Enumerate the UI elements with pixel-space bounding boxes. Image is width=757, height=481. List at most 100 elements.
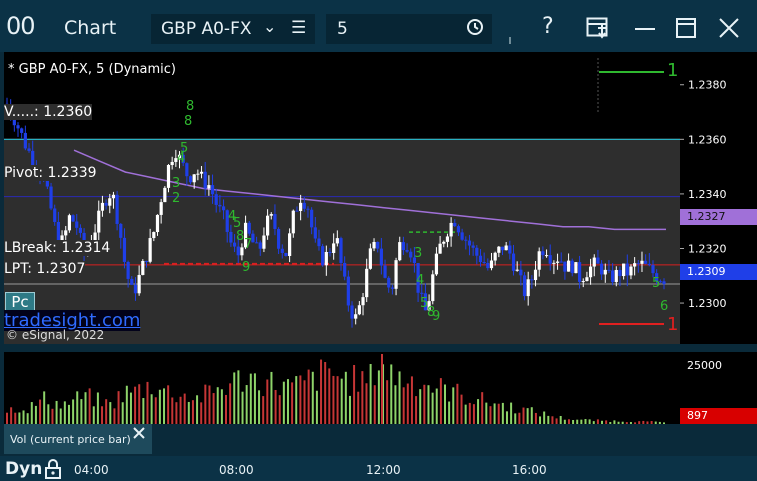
candle-body <box>644 260 648 264</box>
volume-bar <box>369 364 372 424</box>
volume-bar <box>315 390 318 424</box>
candle-body <box>64 230 68 236</box>
volume-bar <box>435 388 438 424</box>
volume-bar <box>460 394 463 424</box>
inbox-icon[interactable] <box>586 17 610 39</box>
lock-icon[interactable] <box>43 458 63 480</box>
candle-body <box>16 125 20 129</box>
minimize-icon[interactable] <box>634 19 656 39</box>
symbol-field[interactable]: GBP A0-FX <box>161 19 252 39</box>
time-axis-bar: Dyn 04:00 08:00 12:00 16:00 <box>0 456 757 481</box>
candle-body <box>600 263 604 275</box>
interval-selector[interactable]: 5 <box>326 14 492 44</box>
volume-bar <box>220 389 223 424</box>
volume-bar <box>101 406 104 424</box>
candle-body <box>544 255 549 257</box>
candle-body <box>611 270 615 283</box>
volume-bar <box>6 412 8 424</box>
volume-bar <box>88 388 91 424</box>
ma-price-badge-text: 1.2327 <box>687 210 726 223</box>
candle-body <box>75 221 79 228</box>
volume-bar <box>634 422 637 424</box>
candle-body <box>533 269 538 281</box>
volume-bar <box>650 421 653 424</box>
candle-body <box>636 263 640 265</box>
candle-body <box>398 242 402 261</box>
candle-body <box>585 277 589 282</box>
app-icon[interactable]: 00 <box>6 12 36 40</box>
symbol-selector[interactable]: GBP A0-FX ⌄ ☰ <box>151 14 315 44</box>
sequence-count-label: 9 <box>432 309 440 324</box>
volume-badge: 897 <box>680 408 757 424</box>
volume-bar <box>179 396 182 424</box>
volume-bar <box>291 382 294 424</box>
volume-bar <box>204 384 207 424</box>
volume-bar <box>613 420 616 424</box>
candle-body <box>368 248 372 269</box>
candle-body <box>603 269 607 275</box>
volume-bar <box>588 419 591 424</box>
volume-bar <box>225 394 227 424</box>
mode-label[interactable]: Dyn <box>5 459 42 479</box>
volume-plot[interactable] <box>4 352 680 424</box>
candle-body <box>662 281 666 284</box>
candle-body <box>299 202 303 211</box>
clock-icon[interactable] <box>466 18 484 36</box>
volume-bar <box>299 375 302 424</box>
candle-body <box>500 246 505 251</box>
volume-bar <box>472 404 475 424</box>
maximize-icon[interactable] <box>675 17 697 39</box>
volume-bar <box>658 421 661 424</box>
volume-bar <box>266 379 269 424</box>
volume-pane[interactable] <box>4 352 680 424</box>
price-chart[interactable]: 885432458793458956 * GBP A0-FX, 5 (Dynam… <box>4 52 680 344</box>
price-axis[interactable]: 1.2380 1.2360 1.2340 1.2320 1.2300 1.2327 1.… <box>680 52 757 344</box>
volume-bar <box>642 420 645 424</box>
candle-body <box>552 262 556 264</box>
sequence-count-label: 2 <box>172 191 180 206</box>
candle-body <box>563 261 567 272</box>
candle-body <box>27 148 31 151</box>
volume-bar <box>92 406 95 424</box>
candle-body <box>376 241 380 249</box>
list-icon[interactable]: ☰ <box>291 18 306 38</box>
close-study-icon[interactable] <box>133 427 145 439</box>
chevron-down-icon[interactable]: ⌄ <box>263 17 276 36</box>
candle-body <box>218 204 222 207</box>
candle-body <box>306 208 310 210</box>
study-tab[interactable]: Vol (current price bar) <box>4 424 152 454</box>
volume-bar <box>551 416 554 424</box>
volume-bar <box>253 373 256 424</box>
more-icon[interactable] <box>505 36 515 46</box>
close-icon[interactable] <box>718 17 740 39</box>
price-plot[interactable]: 885432458793458956 <box>4 52 680 344</box>
volume-bar <box>138 384 141 424</box>
candle-body <box>519 269 523 276</box>
study-label: Vol (current price bar) <box>10 433 131 446</box>
volume-bar <box>518 412 521 424</box>
volume-bar <box>63 401 66 424</box>
volume-bar <box>72 399 75 424</box>
candle-body <box>559 261 563 263</box>
candle-body <box>229 231 233 243</box>
candle-body <box>97 210 101 233</box>
volume-bar <box>282 381 285 424</box>
interval-field[interactable]: 5 <box>337 19 348 39</box>
candle-body <box>570 260 574 274</box>
candle-body <box>119 223 123 238</box>
candle-body <box>254 242 259 244</box>
volume-bar <box>96 392 99 424</box>
candle-body <box>442 241 446 244</box>
candle-body <box>310 209 314 228</box>
volume-bar <box>419 389 422 424</box>
candle-body <box>431 274 435 302</box>
volume-bar <box>501 402 504 424</box>
candle-body <box>313 227 317 239</box>
volume-bar <box>274 389 277 424</box>
help-icon[interactable]: ? <box>542 14 554 39</box>
candle-body <box>273 214 277 229</box>
volume-bar <box>390 364 393 424</box>
volume-bar <box>324 362 327 424</box>
volume-bar <box>510 402 513 424</box>
volume-bar <box>497 403 500 424</box>
